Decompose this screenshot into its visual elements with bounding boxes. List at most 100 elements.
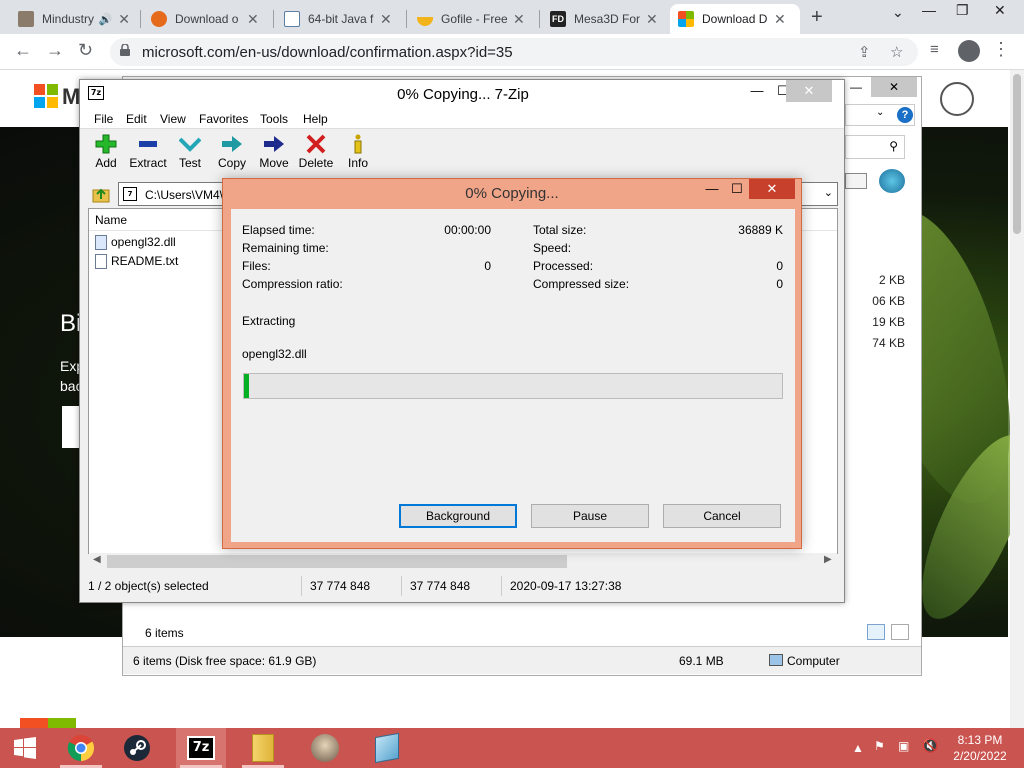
column-header-name[interactable]: Name: [95, 213, 127, 227]
new-tab-icon[interactable]: +: [811, 6, 823, 29]
hero-button[interactable]: [62, 406, 80, 448]
minimize-icon[interactable]: —: [699, 179, 725, 199]
delete-button[interactable]: Delete: [296, 134, 336, 170]
address-bar[interactable]: microsoft.com/en-us/download/confirmatio…: [110, 38, 918, 66]
scroll-right-icon[interactable]: ▶: [824, 554, 832, 565]
show-hidden-icons-icon[interactable]: ▲: [852, 741, 864, 755]
system-clock[interactable]: 8:13 PM 2/20/2022: [944, 732, 1016, 764]
close-window-icon[interactable]: ✕: [994, 2, 1006, 19]
details-view-icon[interactable]: [867, 624, 885, 640]
globe-icon[interactable]: [879, 169, 905, 193]
search-icon: ⚲: [889, 139, 898, 153]
info-button[interactable]: Info: [338, 134, 378, 170]
forward-icon[interactable]: →: [46, 40, 64, 61]
browser-tab-active[interactable]: Download D ✕: [670, 4, 800, 34]
browser-tab[interactable]: Download o ✕: [143, 4, 271, 34]
taskbar-file-explorer[interactable]: [238, 728, 288, 768]
explorer-search-box[interactable]: ⚲: [845, 135, 905, 159]
close-tab-icon[interactable]: ✕: [380, 11, 392, 28]
close-icon[interactable]: ✕: [786, 80, 832, 102]
taskbar-chrome[interactable]: [56, 728, 106, 768]
scroll-thumb[interactable]: [1013, 74, 1021, 234]
scroll-thumb[interactable]: [107, 555, 567, 568]
chevron-down-icon[interactable]: ⌄: [824, 186, 833, 199]
file-size: 74 KB: [872, 336, 905, 350]
close-tab-icon[interactable]: ✕: [247, 11, 259, 28]
files-label: Files:: [242, 259, 271, 273]
background-button[interactable]: Background: [399, 504, 517, 528]
browser-tab[interactable]: Gofile - Free ✕: [409, 4, 537, 34]
restore-icon[interactable]: ❐: [956, 2, 969, 19]
preview-pane-icon[interactable]: [845, 173, 867, 189]
file-row[interactable]: README.txt: [95, 252, 178, 270]
volume-muted-icon[interactable]: 🔇: [922, 738, 938, 754]
copy-button[interactable]: Copy: [212, 134, 252, 170]
plus-icon: [95, 134, 117, 154]
file-size-column: 2 KB 06 KB 19 KB 74 KB: [845, 273, 905, 357]
menu-edit[interactable]: Edit: [126, 112, 147, 126]
add-button[interactable]: Add: [86, 134, 126, 170]
menu-view[interactable]: View: [160, 112, 186, 126]
file-size: 19 KB: [872, 315, 905, 329]
extract-label: Extract: [129, 156, 167, 170]
status-modified: 2020-09-17 13:27:38: [510, 579, 622, 593]
network-icon[interactable]: ▣: [898, 739, 909, 753]
info-icon: [354, 134, 362, 154]
test-label: Test: [178, 156, 201, 170]
cancel-button[interactable]: Cancel: [663, 504, 781, 528]
browser-tab[interactable]: FD Mesa3D For ✕: [542, 4, 670, 34]
tab-search-icon[interactable]: ⌄: [892, 4, 904, 21]
move-arrow-icon: [264, 136, 284, 152]
browser-toolbar: ← → ↻ microsoft.com/en-us/download/confi…: [0, 34, 1024, 70]
extract-button[interactable]: Extract: [128, 134, 168, 170]
network-warning-icon[interactable]: ⚑: [874, 739, 885, 753]
taskbar-7zip[interactable]: 7z: [176, 728, 226, 768]
menu-tools[interactable]: Tools: [260, 112, 288, 126]
taskbar-notepad[interactable]: [362, 728, 412, 768]
page-scrollbar[interactable]: [1010, 70, 1024, 728]
move-button[interactable]: Move: [254, 134, 294, 170]
bookmark-star-icon[interactable]: ☆: [890, 43, 903, 61]
taskbar-steam[interactable]: [112, 728, 162, 768]
menu-favorites[interactable]: Favorites: [199, 112, 248, 126]
menu-dots-icon[interactable]: ⋮: [992, 39, 1010, 60]
account-icon[interactable]: [940, 82, 974, 116]
microsoft-logo-text: M: [62, 84, 81, 109]
test-button[interactable]: Test: [170, 134, 210, 170]
pause-button[interactable]: Pause: [531, 504, 649, 528]
close-icon[interactable]: ✕: [871, 77, 917, 97]
status-size: 37 774 848: [302, 576, 402, 596]
large-icons-view-icon[interactable]: [891, 624, 909, 640]
close-tab-icon[interactable]: ✕: [646, 11, 658, 28]
close-tab-icon[interactable]: ✕: [774, 11, 786, 28]
maximize-icon[interactable]: ☐: [725, 179, 749, 199]
dialog-body: Elapsed time: 00:00:00 Remaining time: F…: [231, 209, 795, 542]
scroll-left-icon[interactable]: ◀: [93, 554, 101, 565]
minimize-icon[interactable]: —: [922, 2, 936, 18]
media-control-icon[interactable]: ≡: [930, 41, 939, 58]
start-button[interactable]: [0, 728, 50, 768]
horizontal-scrollbar[interactable]: ◀ ▶: [89, 553, 837, 570]
browser-tab[interactable]: Mindustry 🔊 ✕: [10, 4, 138, 34]
file-row[interactable]: opengl32.dll: [95, 233, 176, 251]
menu-file[interactable]: File: [94, 112, 113, 126]
help-icon[interactable]: ?: [897, 107, 913, 123]
share-icon[interactable]: ⇪: [858, 43, 871, 61]
close-tab-icon[interactable]: ✕: [513, 11, 525, 28]
profile-avatar-icon[interactable]: [958, 40, 980, 62]
sevenzip-titlebar: 7z 0% Copying... 7-Zip — ☐ ✕: [80, 80, 844, 109]
speed-label: Speed:: [533, 241, 572, 255]
browser-tab[interactable]: 64-bit Java f ✕: [276, 4, 404, 34]
reload-icon[interactable]: ↻: [78, 40, 93, 61]
copy-arrow-icon: [222, 136, 242, 152]
taskbar-app[interactable]: [300, 728, 350, 768]
close-icon[interactable]: ✕: [749, 179, 795, 199]
back-icon[interactable]: ←: [14, 40, 32, 61]
item-count: 6 items: [145, 626, 184, 640]
lock-icon: [120, 44, 130, 56]
folder-up-icon[interactable]: [92, 185, 110, 203]
path-text: C:\Users\VM4\: [145, 188, 224, 202]
menu-help[interactable]: Help: [303, 112, 328, 126]
speaker-icon[interactable]: 🔊: [99, 13, 113, 26]
close-tab-icon[interactable]: ✕: [118, 11, 130, 28]
